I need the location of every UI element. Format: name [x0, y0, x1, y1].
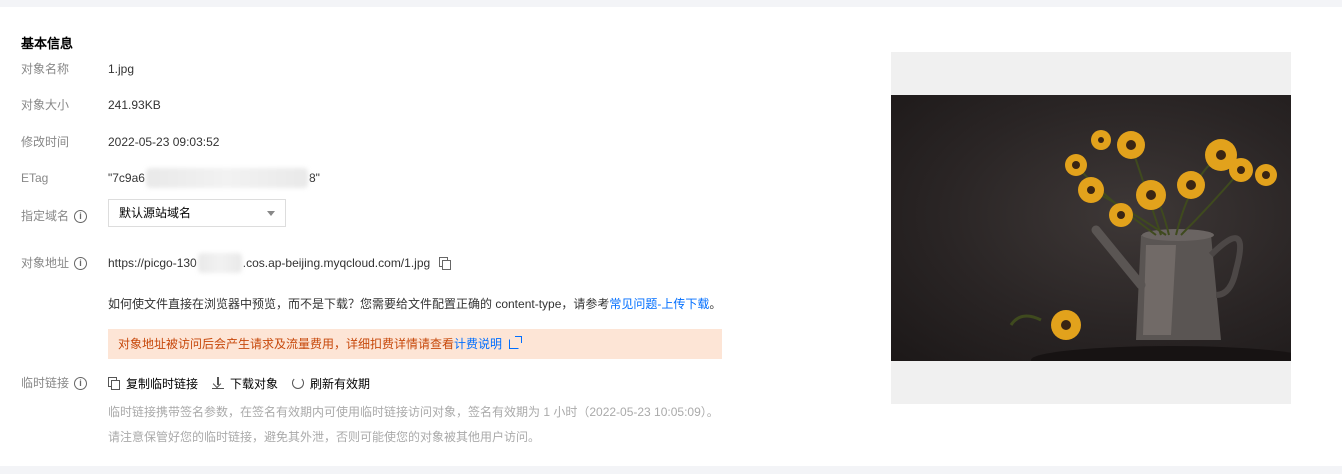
- object-size-value: 241.93KB: [108, 98, 161, 112]
- copy-icon: [108, 377, 120, 390]
- refresh-expiry-button[interactable]: 刷新有效期: [292, 375, 370, 392]
- flower-illustration: [1009, 130, 1291, 361]
- preview-photo: [891, 95, 1291, 361]
- billing-warning: 对象地址被访问后会产生请求及流量费用，详细扣费详情请查看计费说明: [108, 329, 722, 359]
- chevron-down-icon: [267, 211, 275, 216]
- download-icon: [212, 377, 225, 389]
- external-link-icon[interactable]: [509, 336, 523, 349]
- redacted-blur: [197, 253, 242, 273]
- field-label-text: 对象地址: [21, 256, 70, 270]
- field-label: 修改时间: [21, 135, 70, 149]
- field-label: 指定域名 i: [21, 206, 88, 226]
- image-preview: [891, 52, 1291, 404]
- modified-time-value: 2022-05-23 09:03:52: [108, 135, 220, 149]
- temp-link-note-1: 临时链接携带签名参数，在签名有效期内可使用临时链接访问对象，签名有效期为 1 小…: [108, 405, 719, 419]
- info-icon[interactable]: i: [74, 209, 88, 223]
- domain-select-value: 默认源站域名: [119, 206, 192, 220]
- domain-select[interactable]: 默认源站域名: [108, 199, 286, 227]
- etag-prefix: "7c9a6: [108, 171, 145, 185]
- object-address-value: https://picgo-130 .cos.ap-beijing.myqclo…: [108, 253, 452, 273]
- warning-text: 对象地址被访问后会产生请求及流量费用，详细扣费详情请查看: [118, 337, 455, 351]
- field-label: 对象名称: [21, 62, 70, 76]
- field-label: ETag: [21, 171, 49, 185]
- download-object-button[interactable]: 下载对象: [212, 375, 278, 392]
- copy-temp-link-label: 复制临时链接: [126, 376, 199, 391]
- hint-text: 如何使文件直接在浏览器中预览，而不是下载？您需要给文件配置正确的 content…: [108, 297, 610, 311]
- info-icon[interactable]: i: [74, 376, 88, 390]
- redacted-blur: [145, 168, 308, 188]
- faq-link[interactable]: 常见问题-上传下载: [609, 297, 709, 311]
- field-label: 对象大小: [21, 98, 70, 112]
- address-suffix: .cos.ap-beijing.myqcloud.com/1.jpg: [242, 256, 431, 270]
- refresh-expiry-label: 刷新有效期: [310, 376, 371, 391]
- field-label-text: 临时链接: [21, 376, 70, 390]
- info-icon[interactable]: i: [74, 256, 88, 270]
- temp-link-actions: 复制临时链接 下载对象 刷新有效期: [108, 373, 384, 393]
- content-type-hint: 如何使文件直接在浏览器中预览，而不是下载？您需要给文件配置正确的 content…: [108, 295, 721, 312]
- section-title: 基本信息: [21, 36, 74, 51]
- hint-end: 。: [709, 297, 722, 311]
- refresh-icon: [292, 377, 305, 389]
- field-label: 临时链接 i: [21, 373, 88, 393]
- address-prefix: https://picgo-130: [108, 256, 197, 270]
- download-object-label: 下载对象: [230, 376, 279, 391]
- billing-link[interactable]: 计费说明: [454, 337, 502, 351]
- object-name-value: 1.jpg: [108, 62, 135, 76]
- copy-icon[interactable]: [439, 257, 452, 270]
- copy-temp-link-button[interactable]: 复制临时链接: [108, 375, 198, 392]
- etag-value: "7c9a6 8": [108, 168, 320, 188]
- field-label-text: 指定域名: [21, 209, 70, 223]
- temp-link-note-2: 请注意保管好您的临时链接，避免其外泄，否则可能使您的对象被其他用户访问。: [108, 430, 541, 444]
- field-label: 对象地址 i: [21, 253, 88, 273]
- etag-suffix: 8": [308, 171, 320, 185]
